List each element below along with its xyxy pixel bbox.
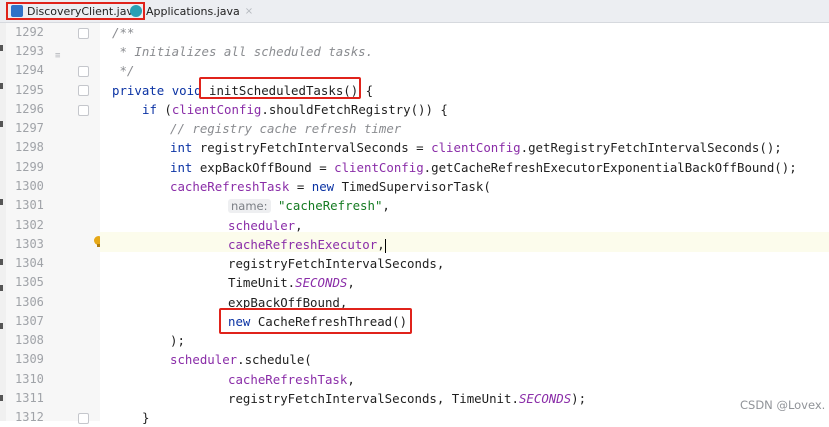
line-number: 1311: [15, 391, 44, 405]
code-text: =: [289, 179, 312, 194]
line-number: 1308: [15, 333, 44, 347]
code-line: cacheRefreshExecutor,: [228, 235, 387, 254]
code-text: TimedSupervisorTask(: [334, 179, 491, 194]
code-text: ,: [382, 198, 390, 213]
editor-tab-bar: DiscoveryClient.java Applications.java ×: [0, 0, 829, 23]
code-text: registryFetchIntervalSeconds, TimeUnit.: [228, 391, 519, 406]
keyword: int: [170, 140, 193, 155]
keyword: new: [311, 179, 335, 194]
field-ref: cacheRefreshTask: [228, 372, 348, 387]
line-number: 1294: [15, 63, 44, 77]
code-line: int expBackOffBound = clientConfig.getCa…: [170, 158, 797, 177]
code-line: registryFetchIntervalSeconds, TimeUnit.S…: [228, 389, 586, 408]
code-text: ,: [347, 372, 355, 387]
code-text: registryFetchIntervalSeconds =: [192, 140, 432, 155]
code-line: name: "cacheRefresh",: [228, 196, 390, 215]
close-tab-icon[interactable]: ×: [245, 6, 253, 17]
line-gutter: 1292 1293 1294 1295 1296 1297 1298 1299 …: [6, 23, 103, 424]
code-line: scheduler.schedule(: [170, 350, 312, 369]
minimize-lines-icon[interactable]: ≡: [55, 52, 65, 61]
fold-toggle-icon[interactable]: [78, 413, 89, 424]
line-number: 1300: [15, 179, 44, 193]
field-ref: scheduler: [170, 352, 238, 367]
code-line: if (clientConfig.shouldFetchRegistry()) …: [142, 100, 448, 119]
code-line: cacheRefreshTask = new TimedSupervisorTa…: [170, 177, 491, 196]
tab-applications[interactable]: Applications.java ×: [130, 2, 253, 20]
tab-label: Applications.java: [146, 4, 240, 18]
line-number: 1295: [15, 83, 44, 97]
line-number: 1309: [15, 352, 44, 366]
java-file-icon: [11, 5, 23, 17]
line-number: 1302: [15, 218, 44, 232]
code-text: .shouldFetchRegistry()) {: [261, 102, 448, 117]
line-number: 1312: [15, 410, 44, 424]
code-line: );: [170, 333, 185, 348]
code-line: */: [112, 63, 135, 78]
tab-label: DiscoveryClient.java: [27, 4, 140, 18]
keyword: void: [171, 83, 202, 98]
line-number: 1304: [15, 256, 44, 270]
line-number: 1305: [15, 275, 44, 289]
enum-constant: SECONDS: [295, 275, 348, 290]
highlight-box-new-thread: [219, 308, 412, 334]
code-text: expBackOffBound =: [192, 160, 335, 175]
line-number: 1292: [15, 25, 44, 39]
enum-constant: SECONDS: [518, 391, 572, 406]
code-text: ,: [295, 218, 303, 233]
line-number: 1307: [15, 314, 44, 328]
code-line: scheduler,: [228, 216, 303, 235]
fold-toggle-icon[interactable]: [78, 28, 89, 39]
field-ref: clientConfig: [431, 140, 521, 155]
code-text: TimeUnit.: [228, 275, 296, 290]
code-line: cacheRefreshTask,: [228, 370, 355, 389]
line-number: 1296: [15, 102, 44, 116]
code-text: ,: [377, 237, 385, 252]
highlight-box-method: [199, 77, 361, 99]
code-line: /**: [112, 25, 135, 40]
code-text: .getRegistryFetchIntervalSeconds();: [520, 140, 782, 155]
string-literal: "cacheRefresh": [277, 198, 383, 213]
line-number: 1293: [15, 44, 44, 58]
parameter-hint: name:: [228, 199, 271, 213]
code-line: }: [142, 410, 150, 425]
code-text: );: [571, 391, 587, 406]
field-ref: scheduler: [228, 218, 296, 233]
field-ref: clientConfig: [334, 160, 424, 175]
line-number: 1299: [15, 160, 44, 174]
keyword: if: [142, 102, 157, 117]
fold-toggle-icon[interactable]: [78, 85, 89, 96]
line-number: 1297: [15, 121, 44, 135]
code-text: .getCacheRefreshExecutorExponentialBackO…: [423, 160, 797, 175]
line-number: 1298: [15, 140, 44, 154]
line-number: 1303: [15, 237, 44, 251]
code-line: registryFetchIntervalSeconds,: [228, 256, 445, 271]
keyword: int: [170, 160, 193, 175]
java-class-icon: [130, 5, 142, 17]
fold-toggle-icon[interactable]: [78, 105, 89, 116]
watermark: CSDN @Lovex.: [740, 398, 826, 412]
code-line: * Initializes all scheduled tasks.: [112, 44, 374, 59]
code-text: (: [156, 102, 172, 117]
line-number: 1306: [15, 295, 44, 309]
line-number: 1310: [15, 372, 44, 386]
text-caret: [384, 238, 387, 253]
tab-discovery-client[interactable]: DiscoveryClient.java: [6, 2, 145, 20]
current-line-highlight: [100, 232, 829, 252]
field-ref: cacheRefreshTask: [170, 179, 290, 194]
field-ref: cacheRefreshExecutor: [228, 237, 378, 252]
field-ref: clientConfig: [171, 102, 262, 117]
code-line: int registryFetchIntervalSeconds = clien…: [170, 138, 782, 157]
fold-toggle-icon[interactable]: [78, 66, 89, 77]
code-line: TimeUnit.SECONDS,: [228, 273, 355, 292]
code-line: // registry cache refresh timer: [170, 121, 402, 136]
code-text: ,: [347, 275, 355, 290]
code-text: .schedule(: [237, 352, 312, 367]
line-number: 1301: [15, 198, 44, 212]
keyword: private: [112, 83, 165, 98]
